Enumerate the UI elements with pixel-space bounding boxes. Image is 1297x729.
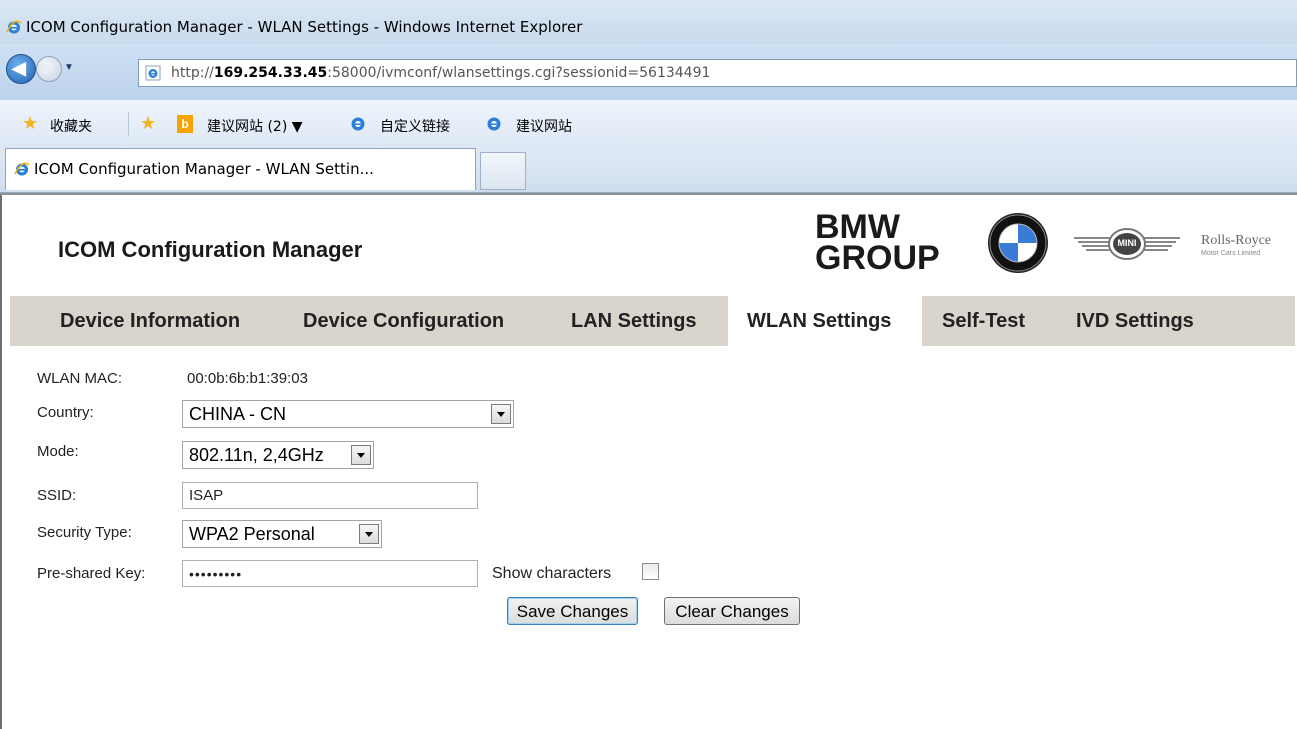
forward-arrow-icon: ▶ xyxy=(43,59,55,76)
tab-device-configuration[interactable]: Device Configuration xyxy=(303,296,504,346)
mini-logo-text: MINI xyxy=(1117,238,1137,248)
bmw-group-line2: GROUP xyxy=(815,239,940,277)
ie-page-icon xyxy=(487,117,501,131)
bmw-roundel-logo xyxy=(988,213,1048,273)
page-icon xyxy=(145,65,161,81)
recent-pages-dropdown-icon[interactable]: ▼ xyxy=(64,62,74,73)
chevron-down-icon[interactable] xyxy=(351,445,371,465)
country-label: Country: xyxy=(37,404,94,421)
suggested-sites-link[interactable]: 建议网站 xyxy=(516,116,572,136)
show-characters-label: Show characters xyxy=(492,565,612,582)
internet-explorer-icon xyxy=(6,20,22,34)
custom-links-link[interactable]: 自定义链接 xyxy=(380,116,450,136)
browser-tab-active[interactable]: ICOM Configuration Manager - WLAN Settin… xyxy=(5,148,476,190)
clear-changes-button[interactable]: Clear Changes xyxy=(664,597,800,625)
rolls-royce-subtitle: Motor Cars Limited xyxy=(1201,250,1261,257)
new-tab-button[interactable] xyxy=(480,152,526,190)
security-type-select[interactable]: WPA2 Personal xyxy=(182,520,382,548)
ie-page-icon xyxy=(351,117,365,131)
mode-select[interactable]: 802.11n, 2,4GHz xyxy=(182,441,374,469)
chevron-down-icon[interactable] xyxy=(491,404,511,424)
forward-button[interactable]: ▶ xyxy=(36,56,62,82)
window-title: ICOM Configuration Manager - WLAN Settin… xyxy=(26,18,583,36)
wlan-mac-label: WLAN MAC: xyxy=(37,370,123,387)
address-url: http://169.254.33.45:58000/ivmconf/wlans… xyxy=(171,65,711,81)
security-type-value: WPA2 Personal xyxy=(189,524,315,544)
pre-shared-key-label: Pre-shared Key: xyxy=(37,565,146,582)
favorites-button[interactable]: 收藏夹 xyxy=(50,116,92,136)
pre-shared-key-input[interactable] xyxy=(182,560,478,587)
show-characters-checkbox[interactable] xyxy=(642,563,659,580)
favorites-bar xyxy=(0,100,1297,148)
back-arrow-icon: ◀ xyxy=(12,58,26,78)
ssid-input[interactable] xyxy=(182,482,478,509)
rolls-royce-logo: Rolls-Royce xyxy=(1201,233,1271,248)
browser-tab-title: ICOM Configuration Manager - WLAN Settin… xyxy=(34,160,374,178)
bmw-group-logo: BMW GROUP xyxy=(815,210,940,277)
tab-self-test[interactable]: Self-Test xyxy=(942,296,1025,346)
save-changes-button[interactable]: Save Changes xyxy=(507,597,638,625)
favorites-star-icon[interactable]: ★ xyxy=(22,113,38,134)
tab-wlan-settings[interactable]: WLAN Settings xyxy=(747,296,891,346)
chevron-down-icon[interactable] xyxy=(359,524,379,544)
mode-value: 802.11n, 2,4GHz xyxy=(189,445,324,465)
internet-explorer-icon xyxy=(14,162,30,176)
tab-ivd-settings[interactable]: IVD Settings xyxy=(1076,296,1194,346)
mode-label: Mode: xyxy=(37,443,79,460)
ssid-label: SSID: xyxy=(37,487,77,504)
page-title: ICOM Configuration Manager xyxy=(58,237,363,262)
wlan-mac-value: 00:0b:6b:b1:39:03 xyxy=(187,370,308,387)
content-divider xyxy=(0,193,1297,195)
add-favorite-icon[interactable]: ★ xyxy=(140,113,156,134)
security-type-label: Security Type: xyxy=(37,524,132,541)
back-button[interactable]: ◀ xyxy=(6,54,36,84)
favorites-separator xyxy=(128,112,129,136)
suggested-sites-dropdown[interactable]: 建议网站 (2) ▼ xyxy=(207,116,303,136)
tab-lan-settings[interactable]: LAN Settings xyxy=(571,296,697,346)
country-select[interactable]: CHINA - CN xyxy=(182,400,514,428)
country-value: CHINA - CN xyxy=(189,404,287,424)
bing-icon: b xyxy=(177,115,193,133)
tab-device-information[interactable]: Device Information xyxy=(60,296,240,346)
address-bar[interactable]: http://169.254.33.45:58000/ivmconf/wlans… xyxy=(138,59,1297,87)
